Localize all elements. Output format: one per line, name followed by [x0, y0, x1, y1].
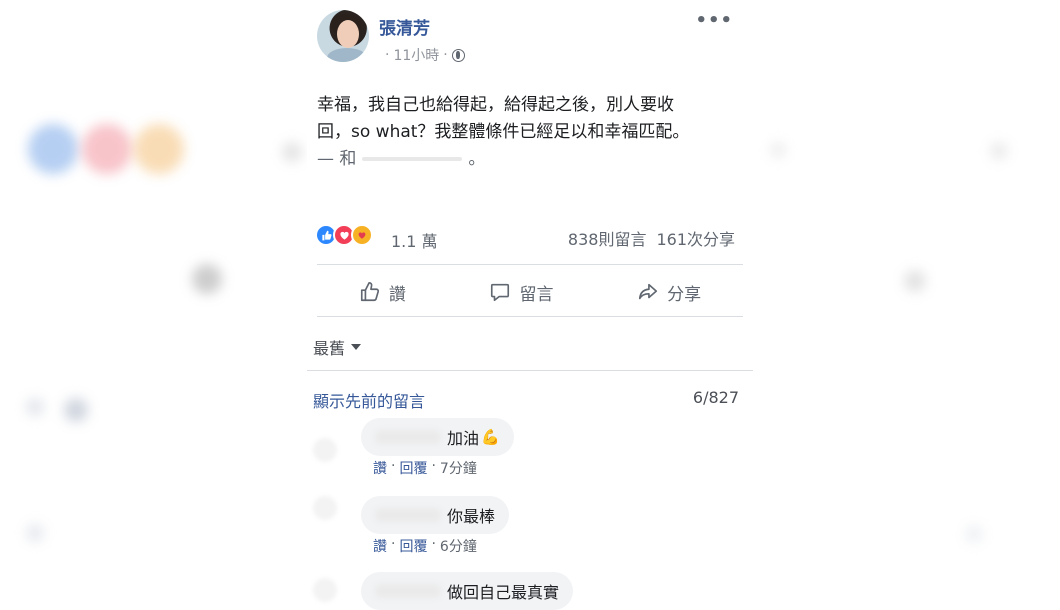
comment-bubble: 你最棒 [361, 496, 510, 534]
speech-bubble-icon [489, 281, 511, 303]
blurred-tag [362, 157, 463, 161]
comments-count-link[interactable]: 838則留言 [568, 226, 647, 250]
flexed-biceps-icon: 💪 [481, 428, 500, 446]
divider [317, 264, 743, 265]
comment-reply-link[interactable]: 回覆 [399, 536, 427, 556]
tag-prefix: — 和 [317, 149, 357, 169]
view-previous-comments-link[interactable]: 顯示先前的留言 [313, 388, 425, 412]
comment-like-link[interactable]: 讚 [373, 458, 387, 478]
post-body: 幸福，我自己也給得起，給得起之後，別人要收 回，so what？我整體條件已經足… [317, 92, 737, 173]
blurred-commenter-name[interactable] [375, 430, 441, 444]
post-actions: 讚 留言 分享 [317, 270, 743, 314]
comment-button[interactable]: 留言 [489, 280, 553, 305]
post-text-line: 幸福，我自己也給得起，給得起之後，別人要收 [317, 95, 674, 115]
blurred-background-dot [904, 270, 926, 292]
comment-bubble: 做回自己最真實 [361, 572, 574, 610]
author-avatar[interactable] [317, 10, 369, 62]
like-label: 讚 [388, 284, 406, 305]
blurred-background-dot [192, 264, 222, 294]
comment-actions: 讚 · 回覆 · 6分鐘 [373, 536, 477, 556]
like-button[interactable]: 讚 [359, 280, 406, 305]
comment-reply-link[interactable]: 回覆 [399, 458, 427, 478]
blurred-background-dot [990, 142, 1008, 160]
post-text-line: 回，so what？我整體條件已經足以和幸福匹配。 [317, 122, 690, 142]
commenter-avatar[interactable] [313, 578, 337, 602]
author-name[interactable]: 張清芳 [379, 14, 430, 39]
comment-text: 加油 [447, 429, 480, 448]
comment-label: 留言 [519, 284, 554, 305]
commenter-avatar[interactable] [313, 496, 337, 520]
blurred-background-dot [26, 524, 44, 542]
blurred-reaction-red [82, 124, 132, 174]
avatar-face [337, 20, 359, 48]
comment-text: 做回自己最真實 [447, 583, 560, 602]
commenter-avatar[interactable] [313, 438, 337, 462]
post-stats: 838則留言 161次分享 [568, 226, 735, 250]
post-tag-line: — 和 。 [317, 146, 737, 173]
blurred-background-dot [770, 142, 786, 158]
comment-like-link[interactable]: 讚 [373, 536, 387, 556]
divider [307, 370, 753, 371]
divider [317, 316, 743, 317]
comment-sort-dropdown[interactable]: 最舊 [313, 335, 362, 359]
meta-separator: · [385, 47, 390, 63]
care-reaction-icon [351, 224, 373, 246]
blurred-background-dot [26, 398, 44, 416]
comment-time[interactable]: 7分鐘 [440, 458, 477, 478]
blurred-background-dot [282, 142, 302, 162]
comment-time[interactable]: 6分鐘 [440, 536, 477, 556]
blurred-commenter-name[interactable] [375, 508, 441, 522]
dot-separator: · [391, 536, 396, 552]
more-options-button[interactable]: ••• [695, 10, 733, 31]
blurred-reaction-orange [134, 124, 184, 174]
post-timestamp[interactable]: 11小時 [393, 45, 439, 65]
dot-separator: · [431, 458, 436, 474]
share-button[interactable]: 分享 [637, 280, 701, 305]
comment-bubble: 加油 💪 [361, 418, 514, 456]
comment-actions: 讚 · 回覆 · 7分鐘 [373, 458, 477, 478]
sort-label: 最舊 [313, 339, 346, 358]
tag-suffix: 。 [468, 149, 486, 169]
globe-icon[interactable] [451, 48, 465, 62]
facebook-post: 張清芳 · 11小時 · ••• 幸福，我自己也給得起，給得起之後，別人要收 回… [307, 0, 753, 610]
blurred-background-dot [965, 525, 983, 543]
dot-separator: · [431, 536, 436, 552]
reactions-bar: 1.1 萬 838則留言 161次分享 [315, 222, 745, 252]
avatar-body [327, 48, 367, 62]
share-arrow-icon [637, 281, 659, 303]
blurred-reaction-blue [28, 124, 78, 174]
comment-text: 你最棒 [447, 507, 496, 526]
blurred-background-dot [64, 398, 88, 422]
reaction-icons[interactable] [315, 224, 373, 246]
meta-separator: · [443, 47, 448, 63]
post-meta: · 11小時 · [385, 45, 465, 65]
comment-counter: 6/827 [692, 388, 739, 407]
shares-count-link[interactable]: 161次分享 [656, 226, 735, 250]
reaction-count[interactable]: 1.1 萬 [391, 228, 438, 252]
thumbs-up-icon [359, 281, 381, 303]
caret-down-icon [351, 344, 362, 350]
dot-separator: · [391, 458, 396, 474]
share-label: 分享 [667, 284, 702, 305]
